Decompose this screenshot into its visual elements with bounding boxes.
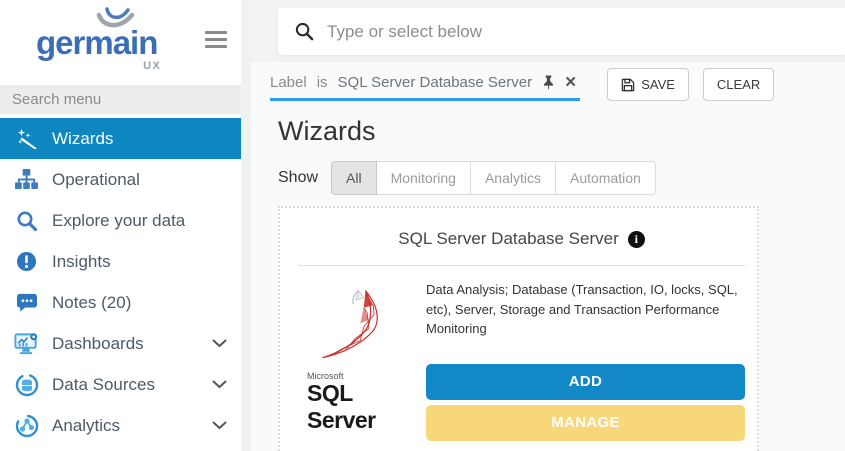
sidebar-item-label: Analytics (52, 416, 120, 436)
show-filter-row: Show All Monitoring Analytics Automation (278, 161, 845, 195)
sql-server-swoosh-icon (298, 282, 402, 368)
notes-bubble-icon (13, 289, 40, 316)
sidebar-item-insights[interactable]: Insights (0, 241, 241, 282)
info-icon[interactable]: i (628, 231, 645, 248)
logo-row: germain UX (0, 0, 241, 77)
clear-button[interactable]: CLEAR (703, 68, 774, 101)
sidebar-item-label: Insights (52, 252, 111, 272)
chevron-down-icon[interactable] (212, 380, 227, 389)
sidebar-item-notes[interactable]: Notes (20) (0, 282, 241, 323)
sidebar-menu: Wizards Operational (0, 118, 241, 446)
card-title: SQL Server Database Server (398, 229, 618, 249)
chevron-down-icon[interactable] (212, 421, 227, 430)
germain-logo[interactable]: germain UX (36, 26, 157, 59)
search-icon (295, 22, 314, 41)
tab-analytics[interactable]: Analytics (470, 161, 556, 195)
sitemap-icon (13, 166, 40, 193)
sidebar-item-data-sources[interactable]: Data Sources (0, 364, 241, 405)
tab-monitoring[interactable]: Monitoring (376, 161, 471, 195)
sidebar-item-operational[interactable]: Operational (0, 159, 241, 200)
wizard-card-sql-server: SQL Server Database Server i (278, 206, 759, 451)
sql-server-logo: Microsoft SQL Server (298, 278, 418, 441)
chevron-down-icon[interactable] (212, 339, 227, 348)
content: Wizards Show All Monitoring Analytics Au… (251, 101, 845, 451)
sidebar-item-label: Operational (52, 170, 140, 190)
sql-server-label: SQL Server (307, 380, 418, 434)
filter-chip[interactable]: Label is SQL Server Database Server × (270, 74, 580, 101)
hamburger-menu-icon[interactable] (205, 31, 227, 52)
magic-wand-icon (13, 125, 40, 152)
dashboards-icon (13, 330, 40, 357)
logo-swoosh-icon (92, 6, 138, 32)
add-button[interactable]: ADD (426, 364, 745, 400)
sidebar-item-analytics[interactable]: Analytics (0, 405, 241, 446)
topbar (251, 0, 845, 62)
sidebar-item-label: Explore your data (52, 211, 185, 231)
sidebar-item-explore[interactable]: Explore your data (0, 200, 241, 241)
sidebar-item-dashboards[interactable]: Dashboards (0, 323, 241, 364)
clear-button-label: CLEAR (717, 77, 760, 92)
search-icon (13, 207, 40, 234)
global-search-input[interactable] (327, 22, 845, 42)
tab-automation[interactable]: Automation (555, 161, 656, 195)
global-search-box[interactable] (278, 8, 845, 55)
sidebar-item-wizards[interactable]: Wizards (0, 118, 241, 159)
tab-all[interactable]: All (331, 161, 377, 195)
sidebar-search-input[interactable] (0, 85, 241, 114)
save-button[interactable]: SAVE (607, 68, 689, 101)
card-divider (298, 265, 745, 266)
show-tabs: All Monitoring Analytics Automation (331, 161, 656, 195)
sidebar: germain UX Wizards (0, 0, 241, 451)
pin-icon[interactable] (542, 75, 555, 90)
main-area: Label is SQL Server Database Server × SA… (241, 0, 845, 451)
sidebar-item-label: Data Sources (52, 375, 155, 395)
filter-row: Label is SQL Server Database Server × SA… (270, 74, 845, 101)
filter-value: SQL Server Database Server (338, 74, 533, 91)
show-label: Show (278, 169, 318, 187)
analytics-icon (13, 412, 40, 439)
brand-sub-text: UX (143, 61, 161, 72)
app-window: germain UX Wizards (0, 0, 845, 451)
save-button-label: SAVE (641, 77, 675, 92)
filter-field: Label (270, 74, 307, 91)
page-title: Wizards (278, 116, 845, 147)
save-disk-icon (621, 78, 635, 92)
card-description: Data Analysis; Database (Transaction, IO… (426, 280, 745, 339)
manage-button[interactable]: MANAGE (426, 405, 745, 441)
remove-filter-icon[interactable]: × (565, 77, 576, 89)
sidebar-item-label: Wizards (52, 129, 113, 149)
sidebar-item-label: Dashboards (52, 334, 144, 354)
sidebar-item-label: Notes (20) (52, 293, 131, 313)
alert-circle-icon (13, 248, 40, 275)
header-buttons: SAVE CLEAR (607, 68, 774, 101)
data-sources-icon (13, 371, 40, 398)
filter-operator: is (317, 74, 328, 91)
